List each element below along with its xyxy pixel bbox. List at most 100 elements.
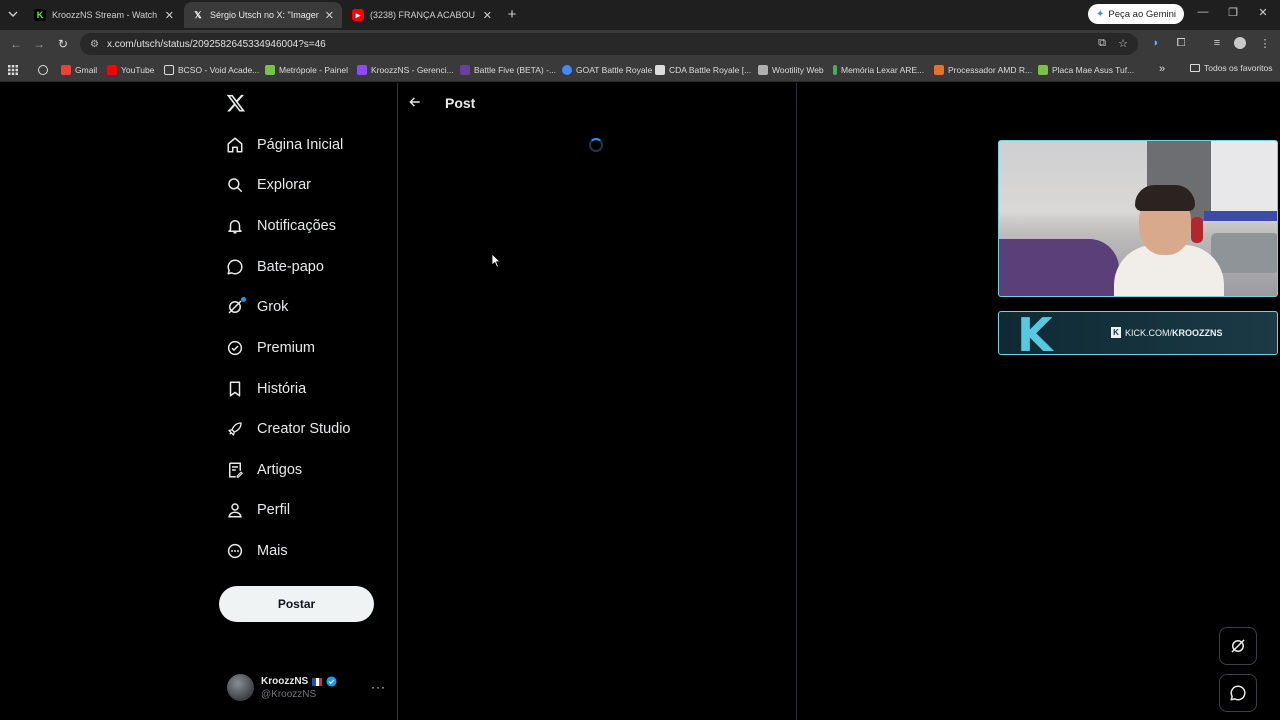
lexar-icon	[833, 65, 837, 75]
sidebar-item-notifications[interactable]: Notificações	[224, 213, 336, 239]
kick-channel-banner: K K KICK.COM/KROOZZNS	[998, 311, 1278, 355]
page-title: Post	[445, 95, 476, 111]
back-button-icon[interactable]: ←	[9, 37, 23, 51]
restore-button[interactable]: ❐	[1225, 6, 1241, 19]
webcam-blanket	[1211, 233, 1277, 273]
bookmark-asus[interactable]: Placa Mae Asus Tuf...	[1038, 63, 1134, 77]
url-text: x.com/utsch/status/2092582645334946004?s…	[106, 38, 326, 50]
grok-icon	[224, 296, 246, 318]
x-favicon-icon: 𝕏	[194, 9, 202, 20]
extension-audio-icon[interactable]: ◗	[1149, 36, 1163, 50]
tab-search-chevron-icon[interactable]	[6, 7, 20, 21]
account-switcher[interactable]: KroozzNS @KroozzNS ···	[227, 674, 387, 706]
sidebar-item-label: Bate-papo	[257, 259, 324, 275]
back-arrow-icon[interactable]	[408, 95, 422, 109]
folder-icon	[1190, 64, 1200, 72]
bookmark-goat[interactable]: GOAT Battle Royale	[562, 63, 652, 77]
grok-float-button[interactable]	[1219, 627, 1257, 665]
browser-tab-x[interactable]: 𝕏 Sérgio Utsch no X: "Imagem atu ✕	[184, 2, 342, 28]
kick-favicon-icon: K	[34, 9, 46, 21]
new-tab-button[interactable]: +	[503, 6, 521, 23]
bookmark-amd[interactable]: Processador AMD R...	[934, 63, 1032, 77]
sidebar-item-creator-studio[interactable]: Creator Studio	[224, 416, 351, 442]
kick-url-name: KROOZZNS	[1172, 327, 1223, 338]
gmail-icon	[61, 65, 71, 75]
extensions-puzzle-icon[interactable]: ⧠	[1174, 36, 1188, 50]
asus-icon	[1038, 65, 1048, 75]
chat-icon	[1230, 685, 1246, 701]
france-flag-icon	[312, 677, 323, 686]
minimize-button[interactable]: —	[1195, 6, 1211, 18]
bookmark-youtube[interactable]: YouTube	[107, 63, 154, 77]
bookmark-lexar[interactable]: Memória Lexar ARE...	[833, 63, 924, 77]
notification-dot	[241, 297, 246, 302]
youtube-icon	[107, 65, 117, 75]
bookmarks-overflow-icon[interactable]: »	[1159, 63, 1165, 75]
bookmark-label: Wootility Web	[772, 65, 824, 75]
twitch-icon	[357, 65, 367, 75]
sidebar-item-home[interactable]: Página Inicial	[224, 132, 343, 158]
sidebar-item-chat[interactable]: Bate-papo	[224, 254, 324, 280]
tab-close-icon[interactable]: ✕	[483, 9, 492, 22]
browser-tabstrip: K KroozzNS Stream - Watch Live ✕ 𝕏 Sérgi…	[0, 0, 1280, 30]
bookmark-label: Processador AMD R...	[948, 65, 1033, 75]
sidebar-item-premium[interactable]: Premium	[224, 335, 315, 361]
bookmark-metropole[interactable]: Metrópole - Painel	[265, 63, 348, 77]
search-icon	[224, 174, 246, 196]
sidebar-item-label: Grok	[257, 299, 289, 315]
bookmark-star-icon[interactable]: ☆	[1116, 36, 1130, 50]
chat-icon	[224, 256, 246, 278]
all-bookmarks-button[interactable]: Todos os favoritos	[1190, 63, 1273, 73]
browser-menu-icon[interactable]: ⋮	[1258, 36, 1272, 50]
mouse-cursor-icon	[491, 253, 501, 273]
bookmark-kroozzns[interactable]: KroozzNS - Gerenci...	[357, 63, 454, 77]
x-logo-icon[interactable]	[226, 93, 246, 113]
bookmark-wootility[interactable]: Wootility Web	[758, 63, 824, 77]
page-icon	[655, 65, 665, 75]
sidebar-item-articles[interactable]: Artigos	[224, 457, 302, 483]
install-app-icon[interactable]: ⧉	[1095, 36, 1109, 50]
sidebar-item-label: Mais	[257, 543, 288, 559]
bookmark-label: YouTube	[121, 65, 155, 75]
reload-button-icon[interactable]: ↻	[56, 37, 70, 51]
sidebar-item-bookmarks[interactable]: História	[224, 376, 306, 402]
column-divider-left	[397, 83, 398, 720]
media-control-icon[interactable]: ≡	[1210, 36, 1224, 50]
messages-float-button[interactable]	[1219, 674, 1257, 712]
bookmark-label: Metrópole - Painel	[279, 65, 348, 75]
browser-tab-kick[interactable]: K KroozzNS Stream - Watch Live ✕	[26, 2, 182, 28]
account-more-icon[interactable]: ···	[371, 680, 386, 694]
bookmark-label: Placa Mae Asus Tuf...	[1052, 65, 1135, 75]
verified-badge-icon	[326, 676, 337, 687]
bookmark-bcso[interactable]: BCSO - Void Acade...	[164, 63, 259, 77]
battle-five-icon	[460, 65, 470, 75]
gemini-button[interactable]: ✦ Peça ao Gemini	[1088, 4, 1184, 24]
sidebar-item-more[interactable]: Mais	[224, 538, 288, 564]
sidebar-item-explore[interactable]: Explorar	[224, 172, 311, 198]
sidebar-item-label: Premium	[257, 340, 316, 356]
address-bar[interactable]: ⚙ x.com/utsch/status/2092582645334946004…	[80, 33, 1138, 55]
bookmark-cda[interactable]: CDA Battle Royale [...	[655, 63, 751, 77]
bookmark-battle-five[interactable]: Battle Five (BETA) -...	[460, 63, 556, 77]
sidebar-item-grok[interactable]: Grok	[224, 294, 288, 320]
webcam-headset	[1191, 217, 1203, 243]
bookmark-label: Memória Lexar ARE...	[841, 65, 925, 75]
apps-grid-icon[interactable]	[8, 63, 18, 77]
post-button[interactable]: Postar	[219, 586, 374, 622]
site-info-icon[interactable]: ⚙	[90, 39, 99, 50]
tab-title: Sérgio Utsch no X: "Imagem atu	[210, 10, 319, 20]
bookmark-gmail[interactable]: Gmail	[61, 63, 97, 77]
sidebar-item-profile[interactable]: Perfil	[224, 497, 290, 523]
forward-button-icon[interactable]: →	[32, 37, 46, 51]
webcam-person-hair	[1135, 185, 1195, 211]
premium-icon	[224, 337, 246, 359]
tab-close-icon[interactable]: ✕	[325, 9, 334, 22]
bookmarks-bar: Gmail YouTube BCSO - Void Acade... Metró…	[0, 58, 1280, 82]
kick-url: K KICK.COM/KROOZZNS	[1111, 327, 1223, 338]
close-window-button[interactable]: ✕	[1255, 6, 1271, 19]
wootility-icon	[758, 65, 768, 75]
world-icon[interactable]	[38, 63, 48, 77]
profile-avatar-icon[interactable]	[1233, 36, 1247, 50]
browser-tab-youtube[interactable]: ▸ (3238) FRANÇA ACABOU COM ✕	[344, 2, 500, 28]
tab-close-icon[interactable]: ✕	[165, 9, 174, 22]
